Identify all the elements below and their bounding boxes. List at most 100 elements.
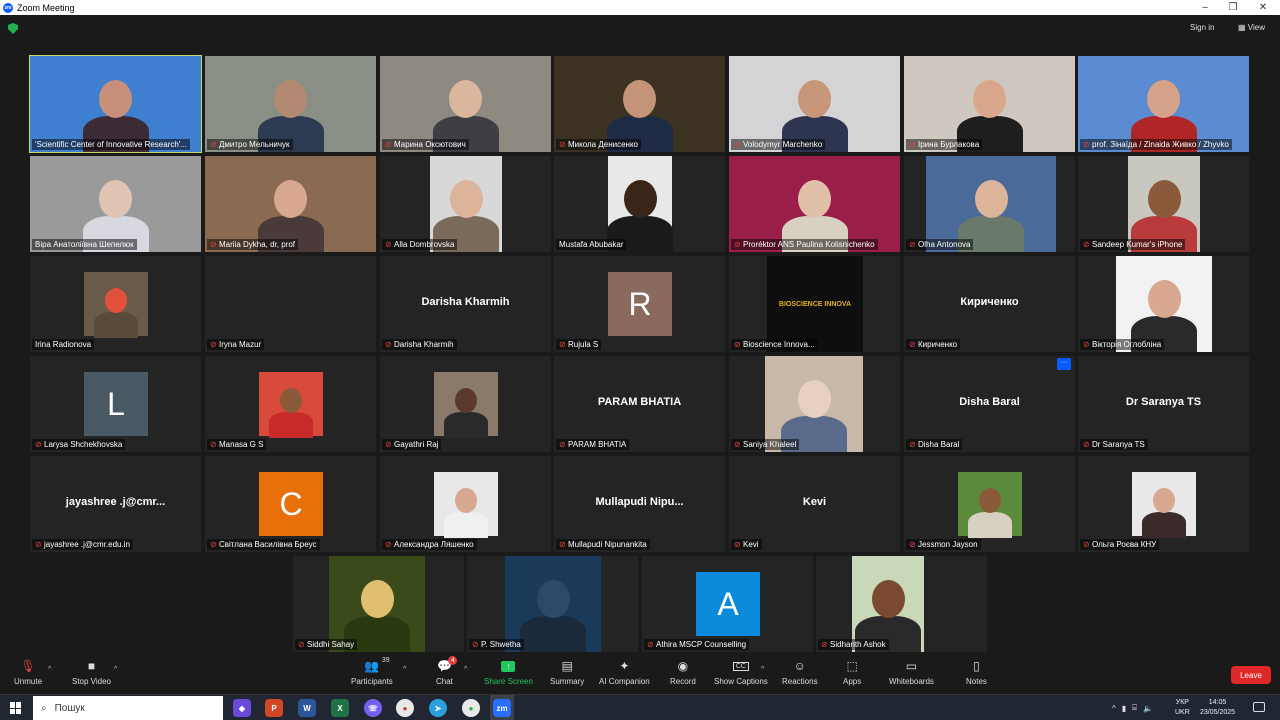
participant-name: Вікторія Оглобліна [1092,340,1162,349]
copilot-app-icon[interactable]: ◆ [233,699,251,717]
participant-tile[interactable]: Mullapudi Nipu... ⊘ Mullapudi Nipunankita [554,456,725,552]
video-feed [329,556,425,652]
participant-tile[interactable]: ⊘ Olha Antonova [904,156,1075,252]
notifications-icon[interactable] [1253,702,1265,712]
participant-tile[interactable]: ⊘ Mariia Dykha, dr, prof [205,156,376,252]
participant-tile[interactable]: A ⊘ Athira MSCP Counselling [642,556,813,652]
participant-tile[interactable]: Кириченко ⊘ Кириченко [904,256,1075,352]
participants-button[interactable]: 👥 39 Participants [351,657,393,686]
person-head-silhouette [455,488,477,513]
participant-tile[interactable]: ⊘ Ірина Бурлакова [904,56,1075,152]
powerpoint-app-icon[interactable]: P [265,699,283,717]
participant-name-label: ⊘ Iryna Mazur [207,339,265,350]
share-screen-button[interactable]: ↑ Share Screen [484,658,533,686]
participant-tile[interactable]: ⊘ Дмитро Мельничук [205,56,376,152]
participant-tile[interactable]: ⊘ Manasa G S [205,356,376,452]
apps-button[interactable]: ⬚ Apps [843,658,861,686]
participant-tile[interactable]: PARAM BHATIA ⊘ PARAM BHATIA [554,356,725,452]
taskbar-clock[interactable]: 14:05 23/05/2025 [1200,698,1235,718]
participant-tile[interactable]: ⊘ Марина Оксютович [380,56,551,152]
windows-start-icon[interactable] [10,702,22,714]
participant-tile[interactable]: ⊘ Jessmon Jayson [904,456,1075,552]
participant-name-label: ⊘ Proréktor ANS Paulina Kolisnichenko [731,239,878,250]
participant-tile[interactable]: ⊘ prof. Зінаїда / Zinaida Живко / Zhyvko [1078,56,1249,152]
participant-tile[interactable]: ⊘ Микола Денисенко [554,56,725,152]
chat-caret-icon[interactable]: ^ [464,666,467,673]
participant-tile[interactable]: Kevi ⊘ Kevi [729,456,900,552]
close-button[interactable]: ✕ [1248,0,1278,15]
participant-tile[interactable]: L ⊘ Larysa Shchekhovska [30,356,201,452]
participant-tile[interactable]: ⊘ Ольга Роєва КНУ [1078,456,1249,552]
participant-tile[interactable]: ⊘ Александра Ляшенко [380,456,551,552]
excel-app-icon[interactable]: X [331,699,349,717]
tray-overflow-icon[interactable]: ^ [1112,704,1116,713]
reactions-button[interactable]: ☺ Reactions [782,658,818,686]
language-indicator[interactable]: УКР UKR [1175,698,1190,718]
more-options-icon[interactable]: ··· [1057,358,1071,370]
participant-tile[interactable]: ⊘ P. Shwetha [467,556,638,652]
participant-name: Manasa G S [219,440,264,449]
viber-app-icon[interactable]: ☏ [364,699,382,717]
taskbar-search-input[interactable]: ⌕ Пошук [33,696,223,720]
chrome-profile-app-icon[interactable]: ● [462,699,480,717]
video-options-caret-icon[interactable]: ^ [114,666,117,673]
summary-button[interactable]: ▤ Summary [550,658,584,686]
usb-icon[interactable]: ▮ [1122,704,1126,713]
encryption-shield-icon[interactable] [8,23,18,34]
participant-tile[interactable]: ⊘ Saniya Khaleel [729,356,900,452]
participant-tile[interactable]: 'Scientific Center of Innovative Researc… [29,55,202,153]
participants-caret-icon[interactable]: ^ [403,666,406,673]
participant-name: prof. Зінаїда / Zinaida Живко / Zhyvko [1092,140,1229,149]
record-button[interactable]: ◉ Record [670,658,696,686]
muted-mic-icon: ⊘ [1083,339,1090,349]
participant-tile[interactable]: ⊘ Gayathri Raj [380,356,551,452]
participant-tile[interactable]: Віра Анатоліївна Шепелюк [30,156,201,252]
notes-button[interactable]: ▯ Notes [966,658,987,686]
participant-name: Disha Baral [918,440,960,449]
network-icon[interactable]: ⌸ [1132,703,1137,713]
volume-icon[interactable]: 🔈 [1143,704,1153,713]
participant-tile[interactable]: R ⊘ Rujula S [554,256,725,352]
unmute-button[interactable]: 🎙 Unmute [14,658,42,686]
participant-tile[interactable]: jayashree .j@cmr... ⊘ jayashree .j@cmr.edu… [30,456,201,552]
muted-mic-icon: ⊘ [210,439,217,449]
participant-tile[interactable]: ⊘ Sandeep Kumar's iPhone [1078,156,1249,252]
telegram-app-icon[interactable]: ➤ [429,699,447,717]
summary-icon: ▤ [561,659,573,673]
participant-tile[interactable]: ⊘ Proréktor ANS Paulina Kolisnichenko [729,156,900,252]
participant-tile[interactable]: Irina Radionova [30,256,201,352]
sign-in-link[interactable]: Sign in [1190,23,1214,32]
participant-tile[interactable]: Darisha Kharmih ⊘ Darisha Kharmih [380,256,551,352]
chrome-app-icon[interactable]: ● [396,699,414,717]
captions-caret-icon[interactable]: ^ [761,666,764,673]
participant-tile[interactable]: ⊘ Alla Dombrovska [380,156,551,252]
participant-tile[interactable]: Mustafa Abubakar [554,156,725,252]
maximize-button[interactable]: ❐ [1218,0,1248,15]
notes-icon: ▯ [973,659,980,673]
participant-name-label: ⊘ Saniya Khaleel [731,439,800,450]
zoom-logo-icon: zm [3,2,13,13]
leave-button[interactable]: Leave [1231,666,1271,684]
stop-video-button[interactable]: ■ Stop Video [72,658,111,686]
word-app-icon[interactable]: W [298,699,316,717]
audio-options-caret-icon[interactable]: ^ [48,666,51,673]
participant-tile[interactable]: C ⊘ Світлана Василівна Бреус [205,456,376,552]
participant-tile[interactable]: Dr Saranya TS ⊘ Dr Saranya TS [1078,356,1249,452]
participant-tile[interactable]: BIOSCIENCE INNOVA ⊘ Bioscience Innova... [729,256,900,352]
participant-tile[interactable]: ⊘ Siddhi Sahay [293,556,464,652]
stop-video-label: Stop Video [72,677,111,686]
zoom-app-icon[interactable]: zm [493,699,511,717]
chat-button[interactable]: 💬 4 Chat [436,656,458,686]
minimize-button[interactable]: – [1190,0,1220,15]
whiteboards-button[interactable]: ▭ Whiteboards [889,658,934,686]
captions-cc-icon: CC [732,658,749,674]
ai-companion-button[interactable]: ✦ AI Companion [599,658,650,686]
participant-name: Alla Dombrovska [394,240,455,249]
view-button[interactable]: ▦ View [1238,23,1265,32]
participant-tile[interactable]: ⊘ Вікторія Оглобліна [1078,256,1249,352]
show-captions-button[interactable]: CC Show Captions [714,658,768,686]
participant-tile[interactable]: Disha Baral ⊘ Disha Baral ··· [904,356,1075,452]
participant-tile[interactable]: ⊘ Sidhanth Ashok [816,556,987,652]
participant-tile[interactable]: ⊘ Iryna Mazur [205,256,376,352]
participant-tile[interactable]: ⊘ Volodymyr Marchenko [729,56,900,152]
